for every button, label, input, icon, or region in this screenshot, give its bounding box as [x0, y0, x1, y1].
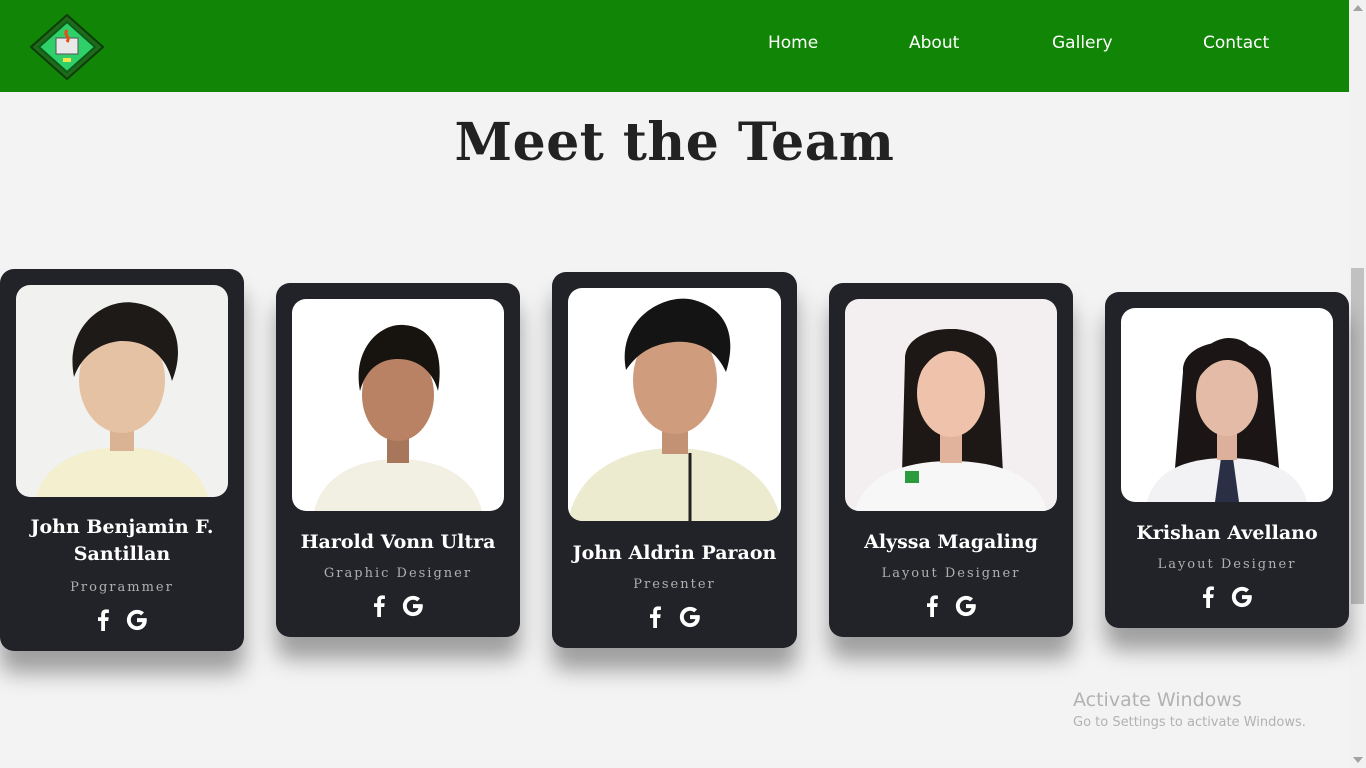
- scroll-up-arrow-icon[interactable]: [1353, 5, 1363, 11]
- nav-gallery-link[interactable]: Gallery: [1052, 32, 1113, 54]
- team-card: Harold Vonn Ultra Graphic Designer: [276, 283, 520, 637]
- member-name: John Aldrin Paraon: [572, 542, 777, 564]
- member-name: Alyssa Magaling: [864, 531, 1038, 553]
- facebook-icon[interactable]: [372, 595, 386, 622]
- member-photo: [292, 299, 504, 511]
- google-icon[interactable]: [955, 595, 977, 622]
- facebook-icon[interactable]: [96, 609, 110, 636]
- social-links: [1105, 586, 1349, 612]
- member-name: Harold Vonn Ultra: [300, 531, 496, 553]
- google-icon[interactable]: [402, 595, 424, 622]
- team-card: Alyssa Magaling Layout Designer: [829, 283, 1073, 637]
- member-photo: [845, 299, 1057, 511]
- facebook-icon[interactable]: [1201, 586, 1215, 613]
- member-role: Programmer: [70, 580, 174, 595]
- team-card: Krishan Avellano Layout Designer: [1105, 292, 1349, 628]
- scrollbar-thumb[interactable]: [1351, 268, 1364, 604]
- member-photo: [1121, 308, 1333, 502]
- member-role: Layout Designer: [1157, 557, 1297, 572]
- navbar: Home About Gallery Contact: [0, 0, 1349, 92]
- member-name: John Benjamin F. Santillan: [30, 516, 214, 565]
- member-role: Layout Designer: [881, 566, 1021, 581]
- social-links: [552, 606, 797, 632]
- member-photo: [16, 285, 228, 497]
- scroll-down-arrow-icon[interactable]: [1353, 757, 1363, 763]
- facebook-icon[interactable]: [648, 606, 662, 633]
- activate-windows-title: Activate Windows: [1073, 689, 1242, 711]
- team-card: John Aldrin Paraon Presenter: [552, 272, 797, 648]
- page-title: Meet the Team: [454, 112, 895, 173]
- social-links: [0, 609, 244, 635]
- google-icon[interactable]: [126, 609, 148, 636]
- member-role: Presenter: [633, 577, 716, 592]
- nav-about-link[interactable]: About: [909, 32, 959, 54]
- school-logo[interactable]: [29, 13, 105, 81]
- google-icon[interactable]: [679, 606, 701, 633]
- facebook-icon[interactable]: [925, 595, 939, 622]
- member-photo: [568, 288, 781, 521]
- member-name: Krishan Avellano: [1136, 522, 1318, 544]
- team-card: John Benjamin F. Santillan Programmer: [0, 269, 244, 651]
- social-links: [829, 595, 1073, 621]
- member-role: Graphic Designer: [323, 566, 473, 581]
- activate-windows-subtitle: Go to Settings to activate Windows.: [1073, 715, 1306, 730]
- social-links: [276, 595, 520, 621]
- google-icon[interactable]: [1231, 586, 1253, 613]
- nav-contact-link[interactable]: Contact: [1203, 32, 1269, 54]
- nav-home-link[interactable]: Home: [768, 32, 818, 54]
